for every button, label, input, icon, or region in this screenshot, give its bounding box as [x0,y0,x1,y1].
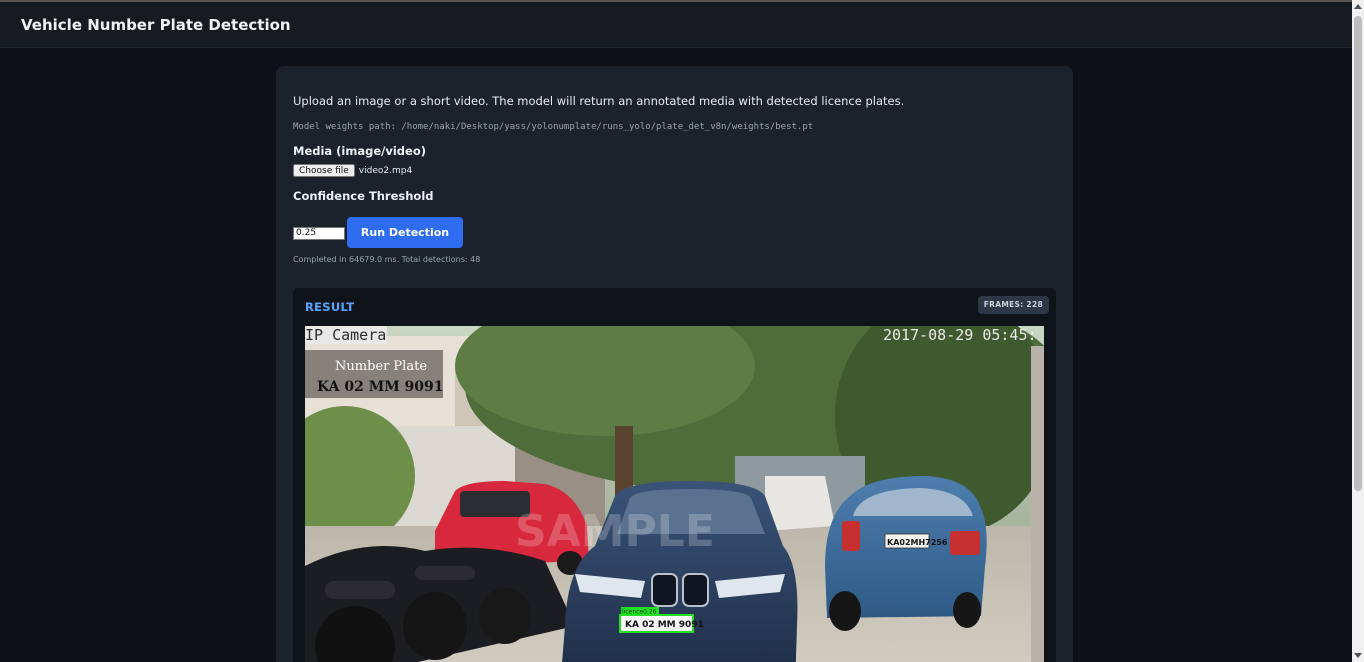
scene-honda-taillight [950,531,980,555]
scene-white-truck [765,476,835,531]
confidence-label: Confidence Threshold [293,189,434,203]
scene-bike-wheel-3 [479,588,531,644]
media-label: Media (image/video) [293,144,426,158]
confidence-input[interactable]: 0.25 [293,227,345,240]
scene-bike-wheel-2 [403,592,467,660]
scrollbar-thumb[interactable] [1354,16,1362,491]
media-file-input[interactable]: Choose file video2.mp4 [293,164,412,177]
page-scrollbar[interactable] [1352,0,1364,662]
camera-label: IP Camera [305,326,386,344]
run-detection-button[interactable]: Run Detection [347,217,463,248]
choose-file-button[interactable]: Choose file [293,164,355,177]
caption-line-1: Number Plate [335,359,427,374]
scene-bike-seat [325,581,395,599]
status-text: Completed in 64679.0 ms. Total detection… [293,255,481,264]
scene-honda-wheel [829,591,861,631]
result-panel: RESULT FRAMES: 228 KA02MH7256 IP Camera … [293,288,1056,662]
main-plate-text: KA 02 MM 9091 [625,620,704,630]
frames-badge: FRAMES: 228 [977,296,1049,314]
weights-path: Model weights path: /home/naki/Desktop/y… [293,122,814,132]
watermark-text: SAMPLE [515,506,715,557]
caption-line-2: KA 02 MM 9091 [317,379,444,395]
scene-bike-seat-2 [415,566,475,580]
app-header: Vehicle Number Plate Detection [0,2,1352,48]
intro-text: Upload an image or a short video. The mo… [293,94,905,108]
scene-bmw-grille-left [651,573,678,607]
scroll-up-icon[interactable] [1354,4,1362,9]
scene-pole-right [1031,346,1044,662]
result-video[interactable]: KA02MH7256 IP Camera 2017-08-29 05:45: N… [305,326,1044,662]
detection-card: Upload an image or a short video. The mo… [276,66,1073,662]
page-title: Vehicle Number Plate Detection [21,16,291,34]
scene-honda-wheel-2 [953,592,981,628]
selected-file-name: video2.mp4 [358,165,413,176]
scene-second-plate-text: KA02MH7256 [887,538,948,547]
result-title: RESULT [305,300,355,314]
scroll-down-icon[interactable] [1354,653,1362,658]
scene-honda-taillight-left [842,521,860,551]
scene-bmw-grille-right [682,573,709,607]
video-timestamp: 2017-08-29 05:45: [883,326,1037,344]
